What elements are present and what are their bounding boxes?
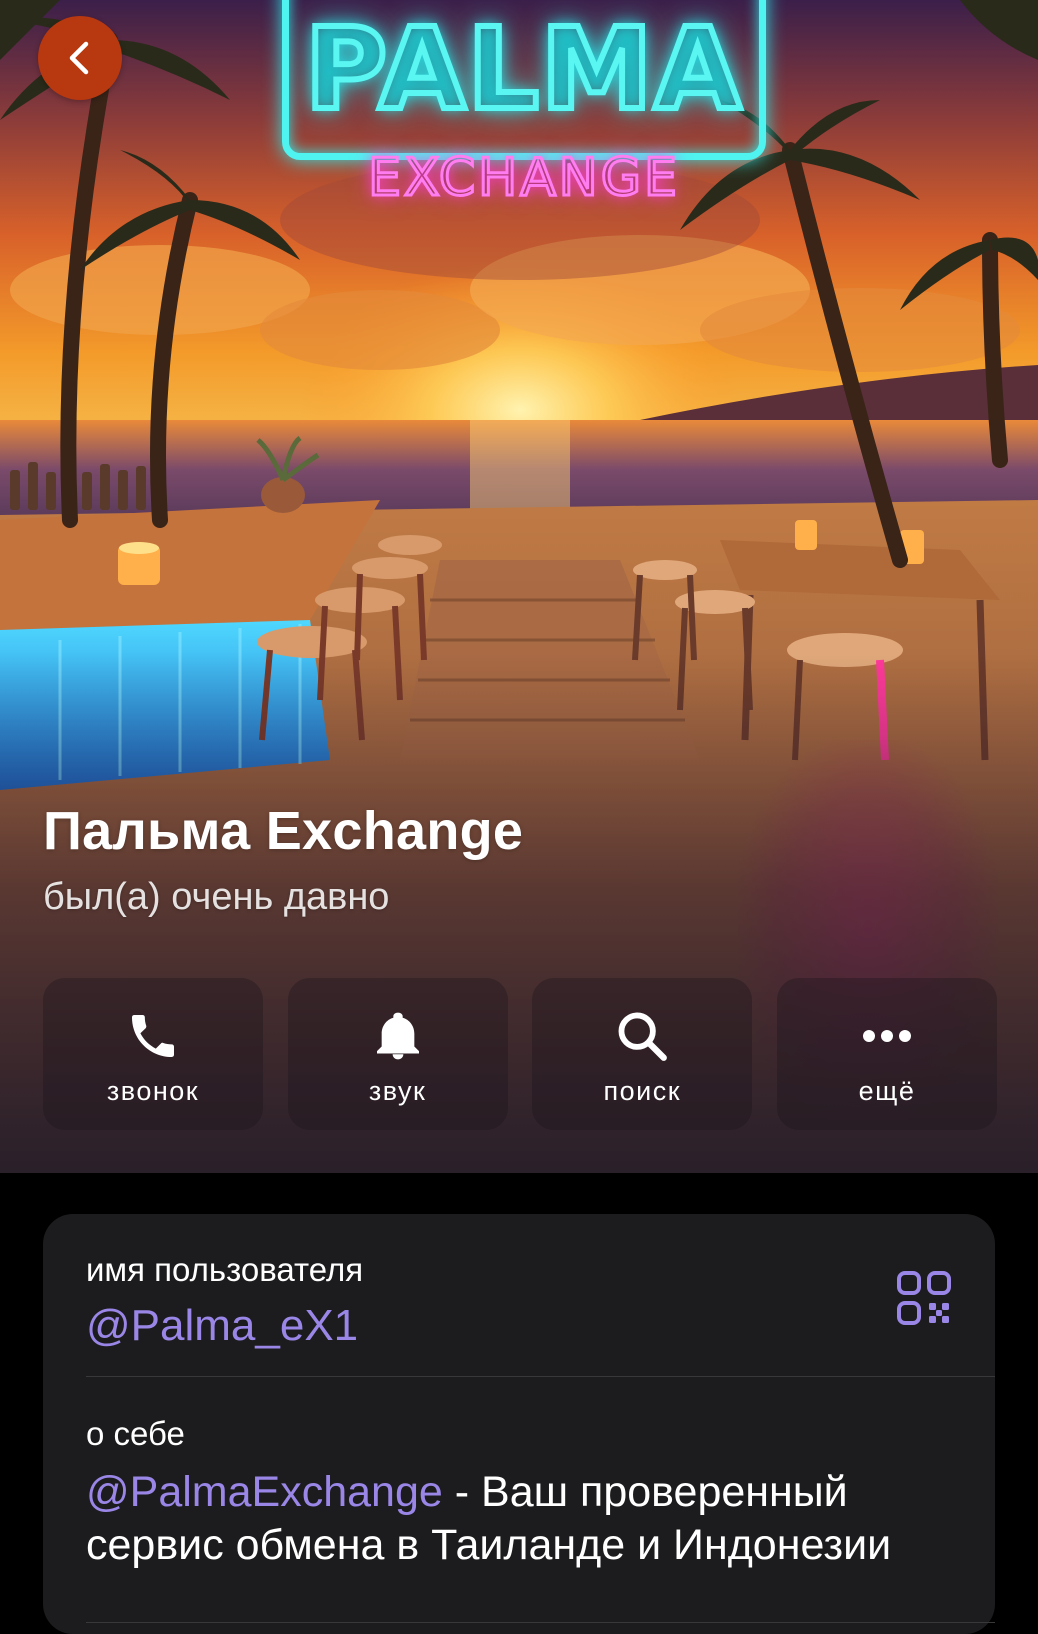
sound-button-label: звук [368,1075,427,1106]
back-button[interactable] [38,16,122,100]
profile-actions: звонок звук поиск ещё [43,978,997,1130]
profile-name: Пальма Exchange [43,801,524,861]
username-label: имя пользователя [86,1251,364,1288]
bell-icon [368,1006,428,1066]
username-value[interactable]: @Palma_eX1 [86,1300,995,1353]
neon-sign-subtitle: EXCHANGE [367,148,680,208]
more-icon [857,1006,917,1066]
divider [86,1622,995,1623]
qr-code-icon[interactable] [896,1270,952,1326]
about-mention-link[interactable]: @PalmaExchange [86,1468,443,1516]
more-button[interactable]: ещё [776,978,997,1130]
search-button-label: поиск [603,1075,682,1106]
profile-info-card: имя пользователя @Palma_eX1 о себе @Palm… [43,1214,995,1634]
about-row: о себе @PalmaExchange - Ваш проверенный … [86,1414,995,1572]
chevron-left-icon [69,41,89,75]
more-button-label: ещё [858,1075,916,1106]
phone-icon [123,1006,183,1066]
call-button-label: звонок [106,1075,200,1106]
search-icon [612,1006,672,1066]
profile-header: PALMA EXCHANGE Пальма Exchange был(а) оч… [0,0,1038,1173]
username-row[interactable]: имя пользователя @Palma_eX1 [86,1250,995,1392]
neon-sign-title: PALMA [302,5,744,135]
about-label: о себе [86,1415,185,1452]
call-button[interactable]: звонок [43,978,263,1130]
profile-last-seen: был(а) очень давно [43,876,390,918]
search-button[interactable]: поиск [532,978,753,1130]
divider [86,1376,995,1377]
sound-button[interactable]: звук [287,978,508,1130]
about-text: @PalmaExchange - Ваш проверенный сервис … [86,1466,956,1572]
